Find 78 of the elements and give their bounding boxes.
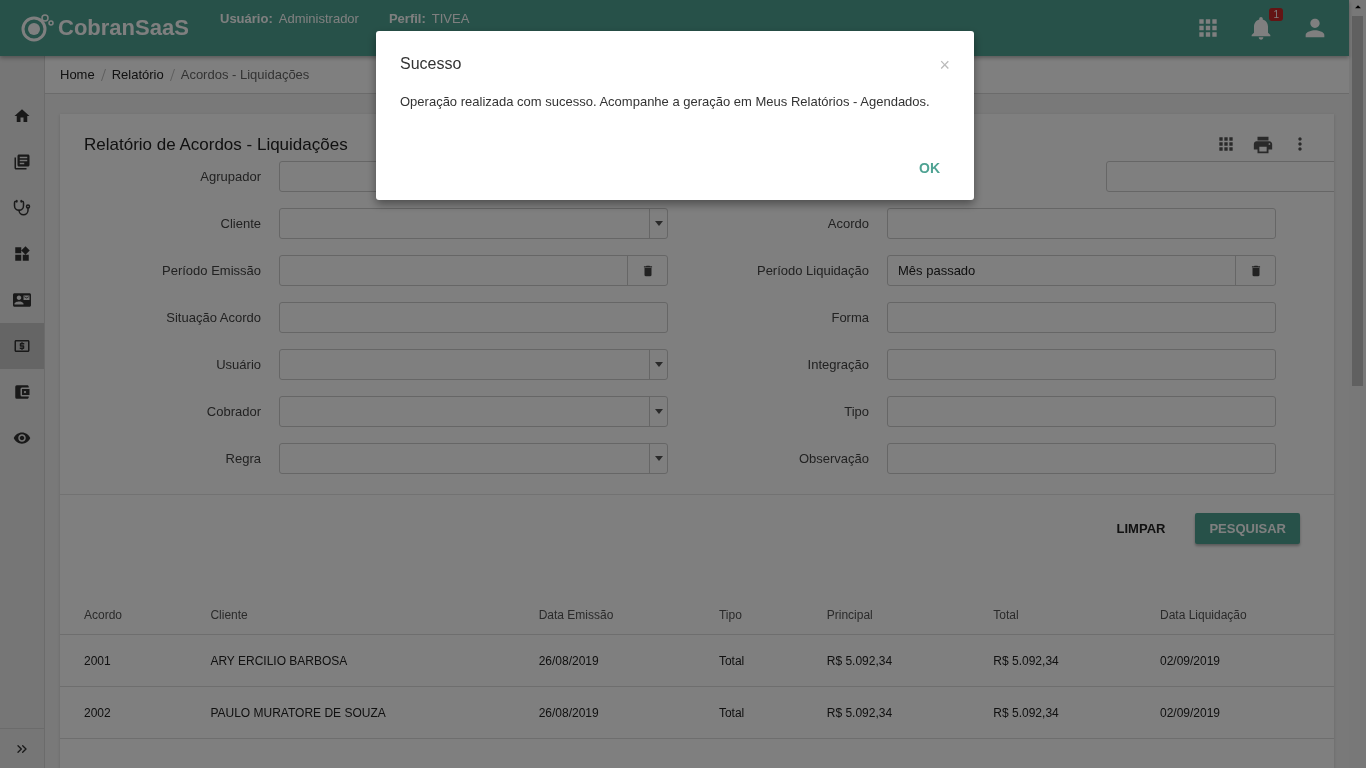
field-label: Período Emissão: [161, 263, 262, 278]
table-cell: 2001: [60, 634, 187, 687]
caret-icon: [654, 362, 663, 367]
sidebar-item[interactable]: [0, 323, 44, 369]
book-icon: [13, 153, 31, 171]
field-label: Agrupador: [199, 169, 262, 184]
table-cell: 02/09/2019: [1135, 686, 1334, 739]
notification-badge: 1: [1269, 8, 1283, 21]
field-label: Cobrador: [205, 404, 262, 419]
select-field[interactable]: [279, 396, 668, 427]
separator-icon: [100, 68, 106, 81]
user-label: Usuário:: [220, 11, 273, 26]
table-cell: R$ 5.092,34: [802, 686, 970, 739]
input-field[interactable]: [887, 208, 1276, 239]
column-header: Data Emissão: [514, 596, 695, 635]
table-cell: Total: [694, 634, 803, 687]
dialog-title: Sucesso: [400, 55, 462, 74]
table-cell: R$ 5.092,34: [969, 686, 1136, 739]
caret-icon: [654, 221, 663, 226]
home-icon: [13, 107, 31, 125]
date-field[interactable]: [279, 255, 668, 286]
ok-button[interactable]: OK: [909, 154, 950, 182]
separator-icon: [169, 68, 175, 81]
field-label: Regra: [224, 451, 262, 466]
input-field[interactable]: [887, 396, 1276, 427]
caret-icon: [654, 409, 663, 414]
breadcrumb-link[interactable]: Home: [60, 67, 95, 82]
column-header: Data Liquidação: [1135, 596, 1334, 635]
select-field[interactable]: [279, 443, 668, 474]
table-cell: PAULO MURATORE DE SOUZA: [186, 686, 515, 739]
dialog-message: Operação realizada com sucesso. Acompanhe a geração em Meus Relatórios - Agendados.: [400, 94, 931, 109]
select-field[interactable]: [279, 208, 668, 239]
eye-icon: [13, 429, 31, 447]
table-cell: R$ 5.092,34: [969, 634, 1136, 687]
table-cell: R$ 5.092,34: [802, 634, 970, 687]
column-header: Principal: [802, 596, 970, 635]
field-label: Situação Acordo: [165, 310, 262, 325]
table-cell: ARY ERCILIO BARBOSA: [186, 634, 515, 687]
column-header: Cliente: [186, 596, 515, 635]
card-title: Relatório de Acordos - Liquidações: [84, 135, 348, 155]
table-cell: Total: [694, 686, 803, 739]
contact-card-icon: [13, 291, 31, 309]
widgets-icon: [13, 245, 31, 263]
money-icon: [13, 337, 31, 355]
field-label: Acordo: [826, 216, 870, 231]
table-cell: 2002: [60, 686, 187, 739]
breadcrumb-link[interactable]: Relatório: [111, 67, 164, 82]
wallet-icon: [13, 383, 31, 401]
field-value: Mês passado: [897, 263, 977, 278]
column-header: Acordo: [60, 596, 187, 635]
column-header: Total: [969, 596, 1136, 635]
field-label: Usuário: [215, 357, 262, 372]
user-name: Administrador: [278, 11, 359, 26]
input-field[interactable]: [887, 302, 1276, 333]
column-header: Tipo: [694, 596, 803, 635]
input-field[interactable]: [279, 302, 668, 333]
profile-name: TIVEA: [431, 11, 470, 26]
clear-button[interactable]: LIMPAR: [1102, 513, 1180, 544]
field-label: Forma: [830, 310, 870, 325]
stethoscope-icon: [13, 199, 31, 217]
apps-icon[interactable]: [1216, 134, 1236, 154]
table-cell: 02/09/2019: [1135, 634, 1334, 687]
logo-icon: [20, 13, 54, 43]
field-label: Integração: [806, 357, 870, 372]
select-field[interactable]: [279, 349, 668, 380]
brand-name: CobranSaaS: [58, 15, 189, 41]
table-cell: 26/08/2019: [514, 634, 695, 687]
field-label: Período Liquidação: [755, 263, 870, 278]
field-label: Tipo: [843, 404, 870, 419]
table-cell: 26/08/2019: [514, 686, 695, 739]
input-field[interactable]: [887, 349, 1276, 380]
field-label: Observação: [797, 451, 870, 466]
profile-label: Perfil:: [388, 11, 426, 26]
field-label: Cliente: [219, 216, 262, 231]
input-field[interactable]: [887, 443, 1276, 474]
caret-icon: [654, 456, 663, 461]
date-field[interactable]: Mês passado: [887, 255, 1276, 286]
print-icon[interactable]: [1252, 134, 1274, 156]
